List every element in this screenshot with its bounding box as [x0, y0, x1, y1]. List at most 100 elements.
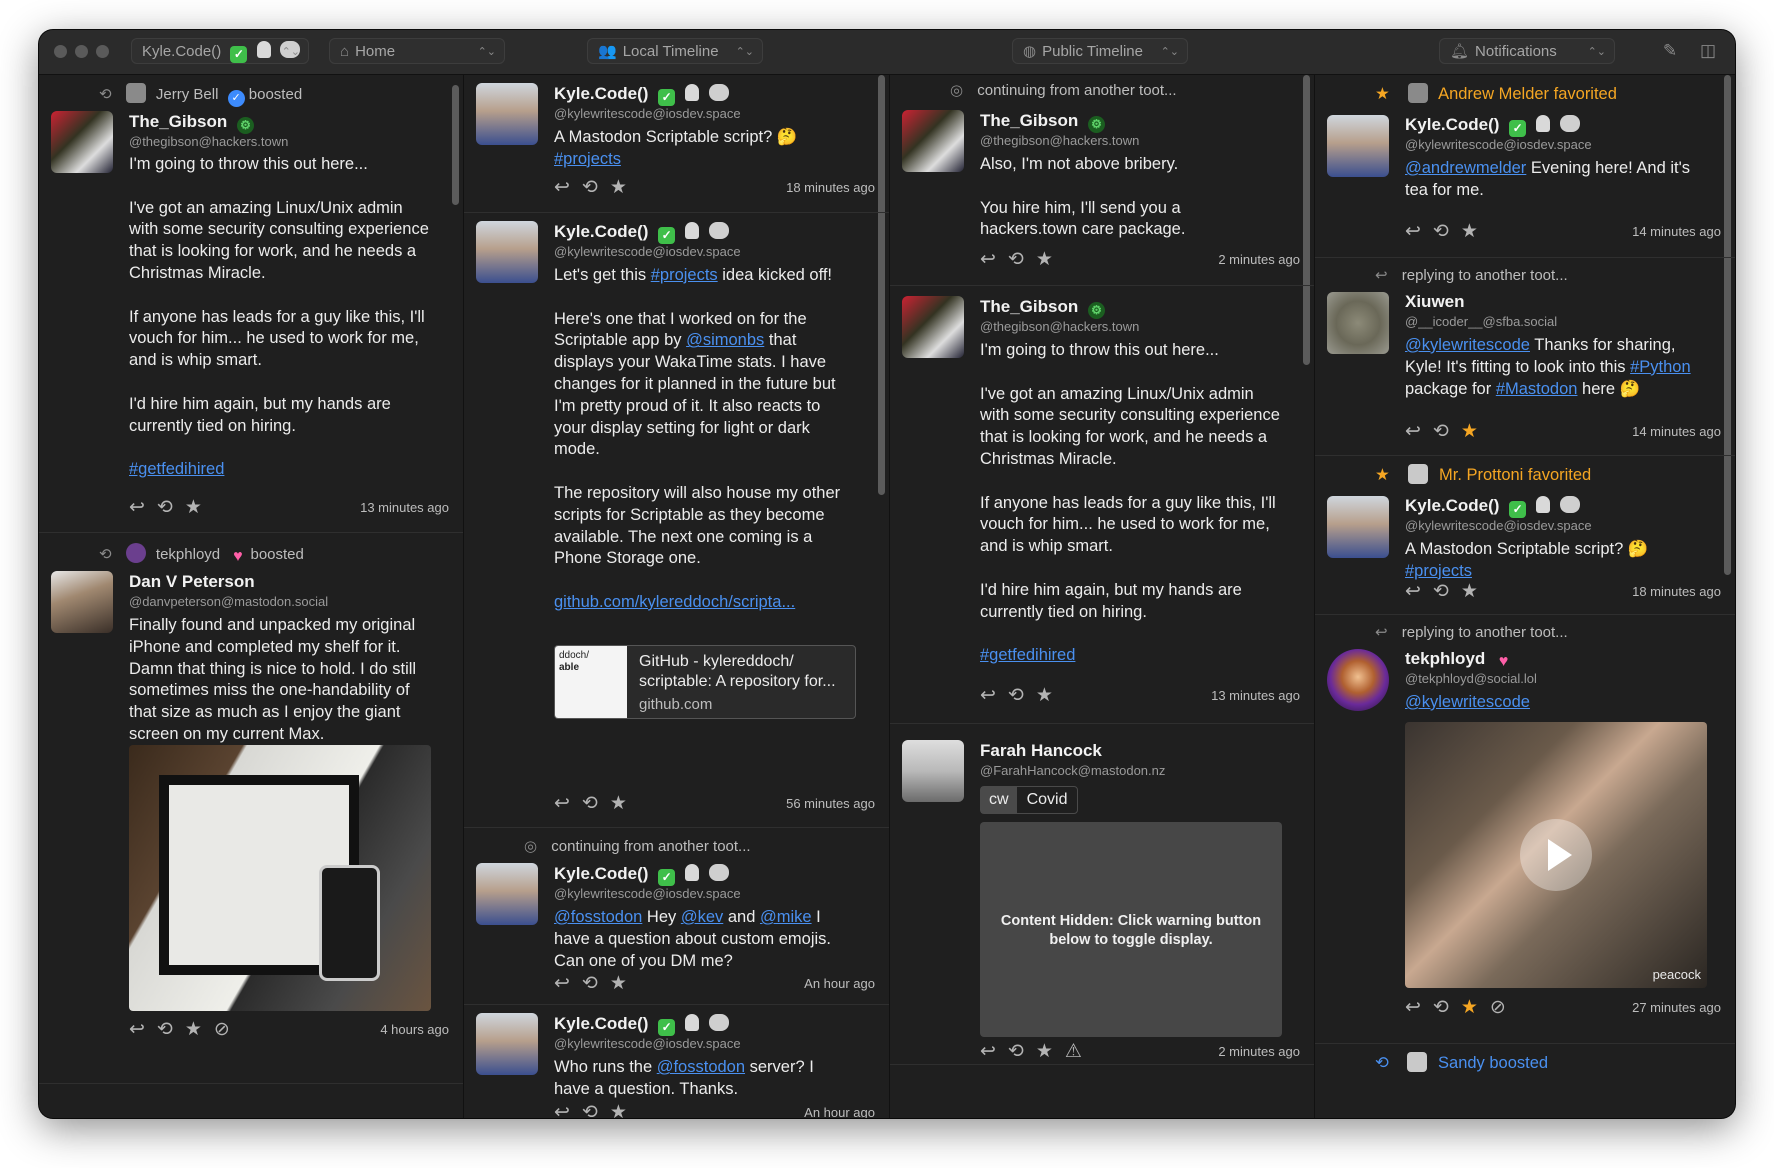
star-icon[interactable]: ★ — [1461, 220, 1478, 243]
hashtag-link[interactable]: #Python — [1630, 358, 1691, 376]
notification-item[interactable]: ⟲ Sandy boosted — [1315, 1044, 1735, 1104]
close-window-button[interactable] — [54, 45, 67, 58]
notifications-selector[interactable]: 🔔︎ Notifications ⌃⌄ — [1439, 38, 1615, 64]
display-name[interactable]: The_Gibson ⚙ — [980, 111, 1105, 133]
sidebar-toggle-icon[interactable]: ◫ — [1697, 40, 1719, 62]
timestamp[interactable]: 27 minutes ago — [1632, 1000, 1721, 1015]
display-name[interactable]: Kyle.Code() ✓ — [554, 84, 729, 106]
star-icon[interactable]: ★ — [1461, 420, 1478, 443]
handle[interactable]: @kylewritescode@iosdev.space — [554, 244, 741, 259]
boost-icon[interactable]: ⟲ — [1433, 220, 1449, 243]
mention-link[interactable]: @kylewritescode — [1405, 336, 1530, 354]
boost-icon[interactable]: ⟲ — [1008, 684, 1024, 707]
display-name[interactable]: Dan V Peterson — [129, 572, 255, 592]
actor-text[interactable]: Sandy boosted — [1438, 1054, 1548, 1072]
compose-icon[interactable]: ✎ — [1659, 40, 1681, 62]
display-name[interactable]: Kyle.Code() ✓ — [554, 222, 729, 244]
status-post[interactable]: ◎ continuing from another toot... Kyle.C… — [464, 828, 889, 1005]
reply-icon[interactable]: ↩ — [554, 792, 570, 815]
display-name[interactable]: Kyle.Code() ✓ — [554, 864, 729, 886]
booster-name[interactable]: tekphloyd — [156, 546, 220, 563]
reply-icon[interactable]: ↩ — [554, 1101, 570, 1118]
boost-icon[interactable]: ⟲ — [1008, 1040, 1024, 1063]
minimize-window-button[interactable] — [75, 45, 88, 58]
boost-icon[interactable]: ⟲ — [1008, 248, 1024, 271]
star-icon[interactable]: ★ — [610, 1101, 627, 1118]
status-post[interactable]: Kyle.Code() ✓ @kylewritescode@iosdev.spa… — [464, 213, 889, 828]
hashtag-link[interactable]: #projects — [554, 150, 621, 168]
local-timeline-selector[interactable]: 👥 Local Timeline ⌃⌄ — [587, 38, 763, 64]
hashtag-link[interactable]: #projects — [1405, 562, 1472, 580]
star-icon[interactable]: ★ — [185, 1018, 202, 1041]
timestamp[interactable]: 14 minutes ago — [1632, 224, 1721, 239]
display-name[interactable]: Kyle.Code() ✓ — [1405, 496, 1580, 518]
star-icon[interactable]: ★ — [1036, 1040, 1053, 1063]
handle[interactable]: @tekphloyd@social.lol — [1405, 671, 1537, 686]
avatar[interactable] — [476, 83, 538, 145]
display-name[interactable]: tekphloyd ♥ — [1405, 649, 1512, 670]
booster-name[interactable]: Jerry Bell — [156, 86, 219, 103]
public-timeline-selector[interactable]: ◍ Public Timeline ⌃⌄ — [1012, 38, 1188, 64]
boost-icon[interactable]: ⟲ — [157, 1018, 173, 1041]
home-column[interactable]: ⟲ Jerry Bell ✓ boosted The_Gibson ⚙ @the… — [39, 75, 464, 1118]
reply-icon[interactable]: ↩ — [129, 1018, 145, 1041]
avatar[interactable] — [1327, 649, 1389, 711]
reply-icon[interactable]: ↩ — [554, 972, 570, 995]
notifications-column[interactable]: ★ Andrew Melder favorited Kyle.Code() ✓ … — [1315, 75, 1735, 1118]
status-post[interactable]: Kyle.Code() ✓ @kylewritescode@iosdev.spa… — [464, 1005, 889, 1118]
hashtag-link[interactable]: #getfedihired — [980, 646, 1075, 664]
handle[interactable]: @kylewritescode@iosdev.space — [1405, 137, 1592, 152]
boost-icon[interactable]: ⟲ — [582, 176, 598, 199]
mention-link[interactable]: @fosstodon — [554, 908, 642, 926]
timestamp[interactable]: 13 minutes ago — [1211, 688, 1300, 703]
hide-media-icon[interactable]: ⊘ — [214, 1018, 230, 1041]
content-warning-button[interactable]: cw Covid — [980, 786, 1079, 814]
hashtag-link[interactable]: #Mastodon — [1496, 380, 1578, 398]
notification-item[interactable]: ★ Andrew Melder favorited Kyle.Code() ✓ … — [1315, 75, 1735, 258]
link-preview-card[interactable]: ddoch/ able GitHub - kylereddoch/ script… — [554, 645, 856, 719]
warning-icon[interactable]: ⚠ — [1065, 1040, 1082, 1063]
handle[interactable]: @__icoder__@sfba.social — [1405, 314, 1557, 329]
actor-text[interactable]: Mr. Prottoni favorited — [1439, 466, 1591, 484]
boost-icon[interactable]: ⟲ — [1433, 996, 1449, 1019]
handle[interactable]: @FarahHancock@mastodon.nz — [980, 763, 1165, 778]
boost-icon[interactable]: ⟲ — [582, 1101, 598, 1118]
url-link[interactable]: github.com/kylereddoch/scripta... — [554, 593, 795, 611]
avatar[interactable] — [476, 1013, 538, 1075]
mention-link[interactable]: @mike — [760, 908, 812, 926]
timestamp[interactable]: 14 minutes ago — [1632, 424, 1721, 439]
timestamp[interactable]: 18 minutes ago — [786, 180, 875, 195]
reply-icon[interactable]: ↩ — [554, 176, 570, 199]
handle[interactable]: @danvpeterson@mastodon.social — [129, 594, 328, 609]
handle[interactable]: @thegibson@hackers.town — [129, 134, 288, 149]
video-thumbnail[interactable]: peacock — [1405, 722, 1707, 988]
avatar[interactable] — [1327, 496, 1389, 558]
status-post[interactable]: ⟲ tekphloyd ♥ boosted Dan V Peterson @da… — [39, 533, 463, 1084]
hide-media-icon[interactable]: ⊘ — [1490, 996, 1506, 1019]
display-name[interactable]: The_Gibson ⚙ — [980, 297, 1105, 319]
star-icon[interactable]: ★ — [1036, 684, 1053, 707]
notification-item[interactable]: ↩ replying to another toot... Xiuwen @__… — [1315, 258, 1735, 456]
actor-text[interactable]: Andrew Melder favorited — [1438, 85, 1617, 103]
display-name[interactable]: Kyle.Code() ✓ — [554, 1014, 729, 1036]
boost-icon[interactable]: ⟲ — [582, 972, 598, 995]
avatar[interactable] — [1327, 292, 1389, 354]
status-post[interactable]: The_Gibson ⚙ @thegibson@hackers.town I'm… — [890, 286, 1314, 724]
timestamp[interactable]: 56 minutes ago — [786, 796, 875, 811]
boost-icon[interactable]: ⟲ — [1433, 420, 1449, 443]
star-icon[interactable]: ★ — [1036, 248, 1053, 271]
account-selector[interactable]: Kyle.Code() ✓ ⌃⌄ — [131, 38, 309, 64]
avatar[interactable] — [902, 296, 964, 358]
boost-icon[interactable]: ⟲ — [582, 792, 598, 815]
mention-link[interactable]: @kylewritescode — [1405, 693, 1530, 711]
reply-icon[interactable]: ↩ — [1405, 996, 1421, 1019]
handle[interactable]: @thegibson@hackers.town — [980, 133, 1139, 148]
reply-icon[interactable]: ↩ — [980, 1040, 996, 1063]
display-name[interactable]: Xiuwen — [1405, 292, 1465, 312]
timestamp[interactable]: 4 hours ago — [380, 1022, 449, 1037]
timestamp[interactable]: 2 minutes ago — [1218, 252, 1300, 267]
handle[interactable]: @kylewritescode@iosdev.space — [554, 886, 741, 901]
timestamp[interactable]: 2 minutes ago — [1218, 1044, 1300, 1059]
boost-icon[interactable]: ⟲ — [157, 496, 173, 519]
avatar[interactable] — [51, 111, 113, 173]
